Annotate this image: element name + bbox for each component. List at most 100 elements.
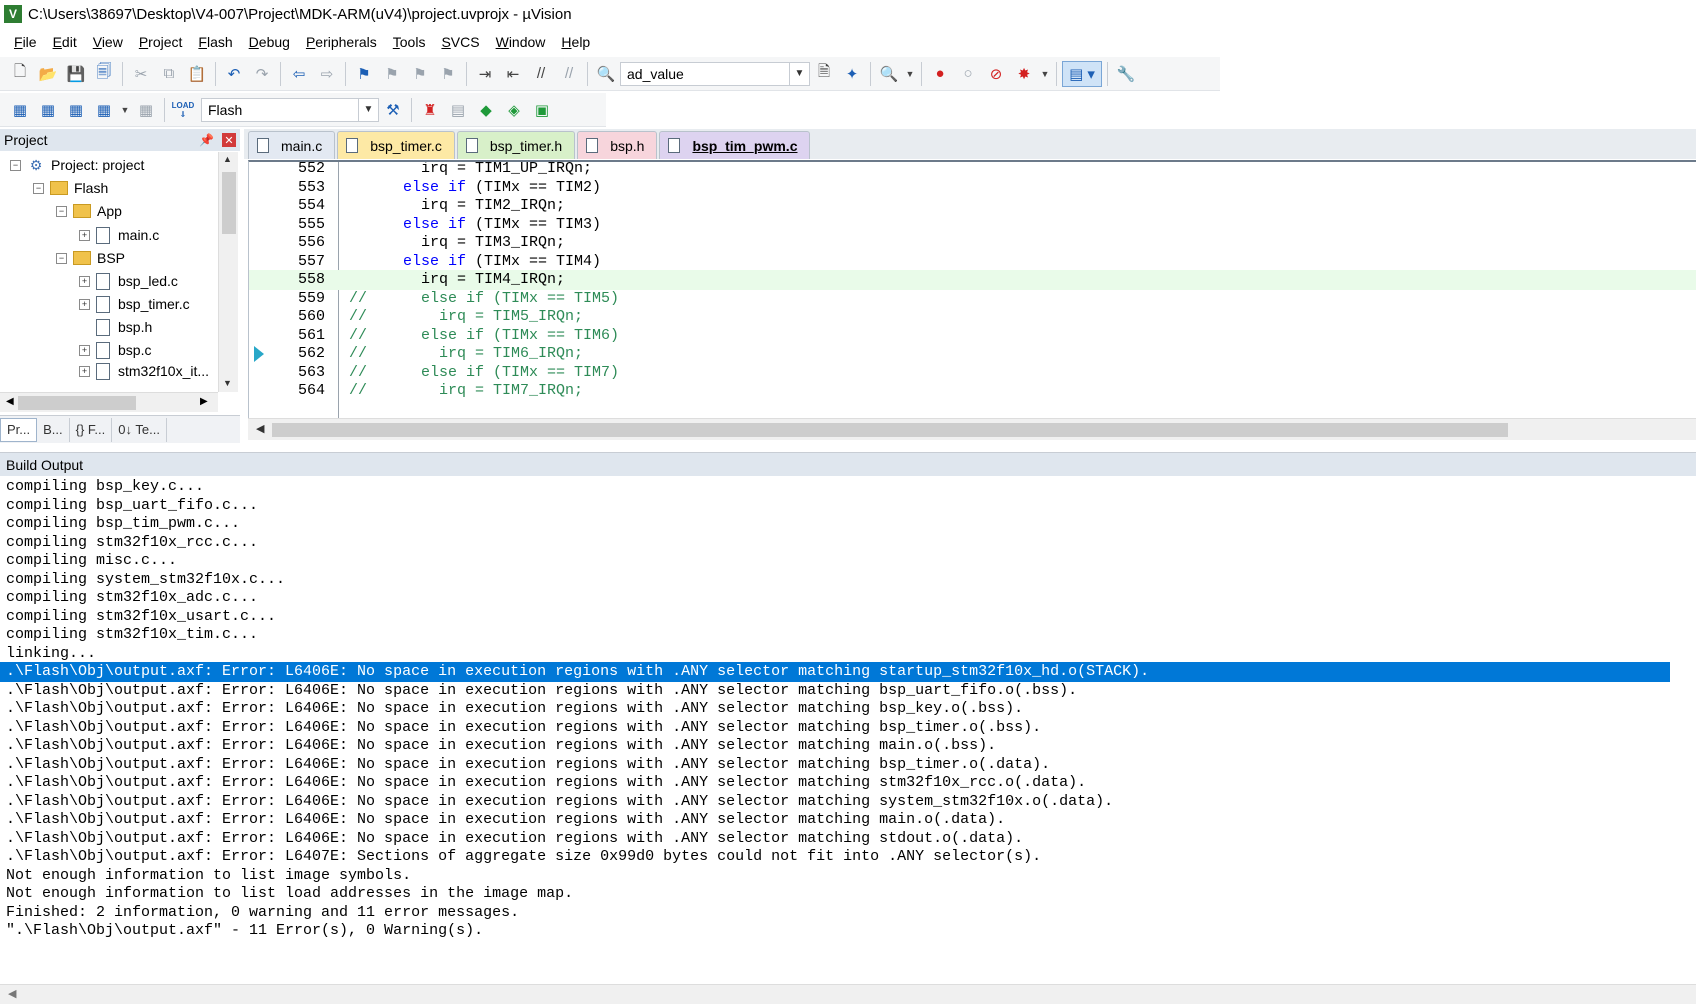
- bookmark-clear-icon[interactable]: ⚑: [435, 61, 461, 87]
- cut-icon[interactable]: ✂: [128, 61, 154, 87]
- expand-icon[interactable]: +: [79, 275, 90, 287]
- code-editor[interactable]: 552 irq = TIM1_UP_IRQn; 553 else if (TIMx…: [248, 160, 1696, 418]
- editor-tab[interactable]: bsp.h: [577, 131, 658, 159]
- menu-item[interactable]: Help: [553, 34, 598, 50]
- undo-icon[interactable]: ↶: [221, 61, 247, 87]
- menu-item[interactable]: Debug: [241, 34, 298, 50]
- pin-icon[interactable]: 📌: [199, 133, 214, 147]
- editor-horizontal-scrollbar[interactable]: ◀: [248, 418, 1696, 440]
- configure-wrench-icon[interactable]: 🔧: [1113, 61, 1139, 87]
- menu-item[interactable]: Peripherals: [298, 34, 385, 50]
- code-line[interactable]: 552 irq = TIM1_UP_IRQn;: [249, 162, 1696, 179]
- build-output-line[interactable]: compiling stm32f10x_adc.c...: [0, 588, 1696, 608]
- scrollbar-thumb[interactable]: [222, 172, 236, 234]
- chevron-down-icon[interactable]: ▼: [1039, 61, 1051, 87]
- scroll-left-icon[interactable]: ◀: [6, 396, 14, 407]
- scroll-up-icon[interactable]: ▲: [223, 154, 232, 164]
- code-line[interactable]: 563 // else if (TIMx == TIM7): [249, 363, 1696, 383]
- indent-icon[interactable]: ⇥: [472, 61, 498, 87]
- disable-all-breakpoints-icon[interactable]: ⊘: [983, 61, 1009, 87]
- collapse-icon[interactable]: −: [56, 252, 67, 264]
- books-tab[interactable]: B...: [37, 417, 70, 442]
- build-output-line[interactable]: Not enough information to list image sym…: [0, 866, 1696, 886]
- build-output-line[interactable]: compiling stm32f10x_tim.c...: [0, 625, 1696, 645]
- window-layout-icon[interactable]: ▤ ▾: [1062, 60, 1102, 87]
- build-output-line[interactable]: compiling system_stm32f10x.c...: [0, 570, 1696, 590]
- find-in-files-icon[interactable]: 🔍: [593, 61, 619, 87]
- tree-item[interactable]: − ⚙ Project: project: [10, 154, 144, 176]
- menu-item[interactable]: Edit: [45, 34, 85, 50]
- chevron-down-icon[interactable]: ▼: [789, 62, 809, 85]
- close-icon[interactable]: ✕: [222, 133, 236, 147]
- menu-item[interactable]: View: [85, 34, 131, 50]
- build-output-line[interactable]: compiling stm32f10x_usart.c...: [0, 607, 1696, 627]
- editor-tab[interactable]: bsp_tim_pwm.c: [659, 131, 811, 159]
- code-line[interactable]: 561 // else if (TIMx == TIM6): [249, 326, 1696, 346]
- build-icon[interactable]: ▦: [35, 97, 61, 123]
- code-line[interactable]: 554 irq = TIM2_IRQn;: [249, 196, 1696, 216]
- code-line[interactable]: 556 irq = TIM3_IRQn;: [249, 233, 1696, 253]
- scrollbar-thumb[interactable]: [18, 396, 136, 410]
- paste-icon[interactable]: 📋: [184, 61, 210, 87]
- chevron-down-icon[interactable]: ▼: [904, 61, 916, 87]
- collapse-icon[interactable]: −: [33, 182, 44, 194]
- chevron-down-icon[interactable]: ▼: [358, 98, 378, 121]
- build-output-line[interactable]: .\Flash\Obj\output.axf: Error: L6406E: N…: [0, 718, 1696, 738]
- download-load-icon[interactable]: LOAD ⇓: [170, 97, 196, 123]
- unindent-icon[interactable]: ⇤: [500, 61, 526, 87]
- menu-item[interactable]: Window: [488, 34, 554, 50]
- bookmark-next-icon[interactable]: ⚑: [407, 61, 433, 87]
- code-line[interactable]: 562 // irq = TIM6_IRQn;: [249, 344, 1696, 364]
- code-line[interactable]: 564 // irq = TIM7_IRQn;: [249, 381, 1696, 401]
- software-components-icon[interactable]: ▣: [529, 97, 555, 123]
- build-output-line[interactable]: compiling misc.c...: [0, 551, 1696, 571]
- build-output-line[interactable]: .\Flash\Obj\output.axf: Error: L6406E: N…: [0, 829, 1696, 849]
- tree-item[interactable]: + bsp.c: [79, 339, 151, 361]
- save-all-icon[interactable]: 🗐: [91, 61, 117, 87]
- manage-project-items-icon[interactable]: ♜: [417, 97, 443, 123]
- tree-item[interactable]: + bsp_led.c: [79, 270, 178, 292]
- chevron-down-icon[interactable]: ▼: [119, 97, 131, 123]
- build-output-line[interactable]: ".\Flash\Obj\output.axf" - 11 Error(s), …: [0, 921, 1696, 941]
- scroll-left-icon[interactable]: ◀: [8, 987, 16, 1000]
- code-line[interactable]: 558 irq = TIM4_IRQn;: [249, 270, 1696, 290]
- code-line[interactable]: 557 else if (TIMx == TIM4): [249, 252, 1696, 272]
- collapse-icon[interactable]: −: [56, 205, 67, 217]
- project-tab[interactable]: Pr...: [0, 417, 38, 442]
- bookmark-toggle-icon[interactable]: ⚑: [351, 61, 377, 87]
- find-icon[interactable]: 🗎: [811, 61, 837, 87]
- code-line[interactable]: 553 else if (TIMx == TIM2): [249, 178, 1696, 198]
- project-tree-vertical-scrollbar[interactable]: ▲ ▼: [218, 152, 238, 392]
- functions-tab[interactable]: {} F...: [70, 417, 113, 442]
- build-output-line[interactable]: .\Flash\Obj\output.axf: Error: L6406E: N…: [0, 699, 1696, 719]
- tree-item[interactable]: − App: [56, 200, 122, 222]
- navigate-back-icon[interactable]: ⇦: [286, 61, 312, 87]
- comment-icon[interactable]: //: [528, 61, 554, 87]
- incremental-find-icon[interactable]: ✦: [839, 61, 865, 87]
- tree-item[interactable]: + main.c: [79, 224, 159, 246]
- build-output-line[interactable]: compiling bsp_uart_fifo.c...: [0, 496, 1696, 516]
- scroll-right-icon[interactable]: ▶: [200, 396, 208, 407]
- menu-item[interactable]: Flash: [190, 34, 240, 50]
- collapse-icon[interactable]: −: [10, 159, 21, 171]
- tree-item[interactable]: − BSP: [56, 247, 125, 269]
- templates-tab[interactable]: 0↓ Te...: [112, 417, 167, 442]
- uncomment-icon[interactable]: //: [556, 61, 582, 87]
- menu-item[interactable]: Project: [131, 34, 191, 50]
- build-output-horizontal-scrollbar[interactable]: ◀: [0, 984, 1696, 1004]
- debug-session-icon[interactable]: 🔍: [876, 61, 902, 87]
- build-output-line[interactable]: .\Flash\Obj\output.axf: Error: L6406E: N…: [0, 792, 1696, 812]
- save-icon[interactable]: 💾: [63, 61, 89, 87]
- rebuild-icon[interactable]: ▦: [63, 97, 89, 123]
- kill-all-breakpoints-icon[interactable]: ✸: [1011, 61, 1037, 87]
- translate-icon[interactable]: ▦: [7, 97, 33, 123]
- project-tree-horizontal-scrollbar[interactable]: ◀ ▶: [0, 392, 218, 412]
- build-output-line[interactable]: .\Flash\Obj\output.axf: Error: L6406E: N…: [0, 662, 1670, 682]
- build-output-line[interactable]: compiling stm32f10x_rcc.c...: [0, 533, 1696, 553]
- code-line[interactable]: 555 else if (TIMx == TIM3): [249, 215, 1696, 235]
- build-output-line[interactable]: linking...: [0, 644, 1696, 664]
- manage-runtime-environment-icon[interactable]: ◆: [473, 97, 499, 123]
- stop-build-icon[interactable]: ▦: [133, 97, 159, 123]
- batch-build-icon[interactable]: ▦: [91, 97, 117, 123]
- expand-icon[interactable]: +: [79, 298, 90, 310]
